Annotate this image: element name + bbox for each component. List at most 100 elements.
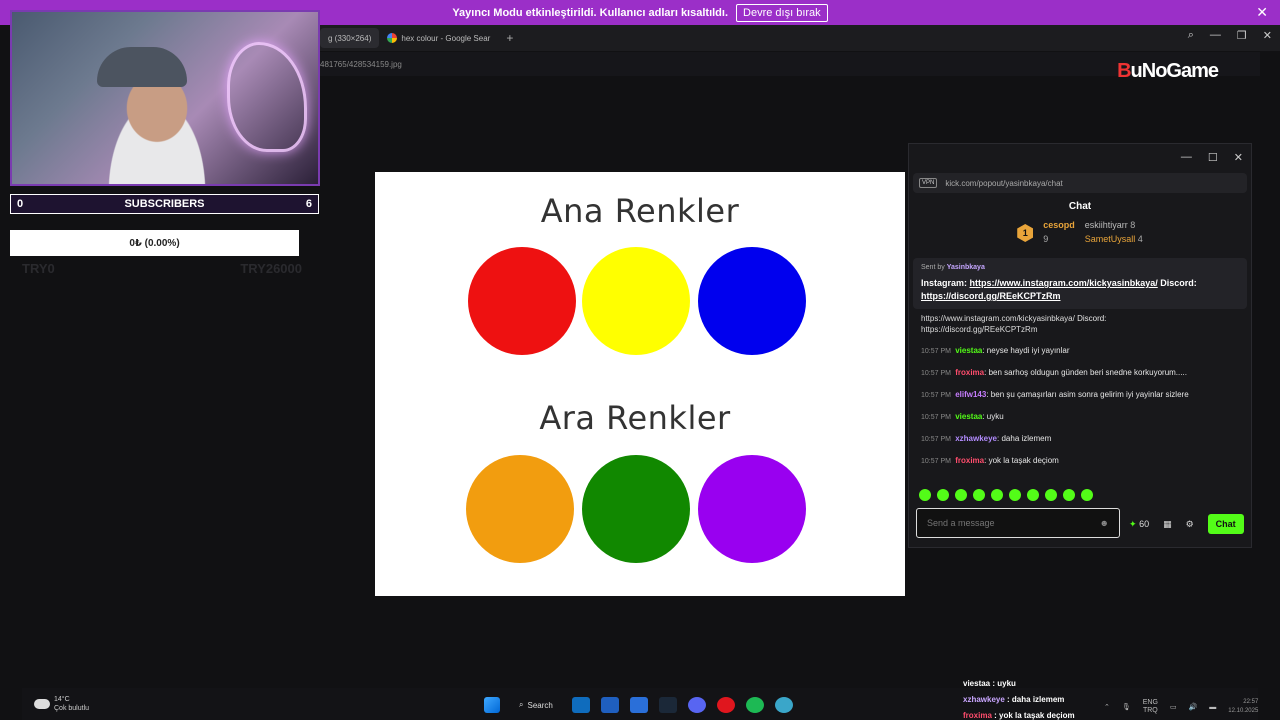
neon-sign xyxy=(227,42,307,152)
steam-icon[interactable] xyxy=(658,697,677,713)
new-tab-icon[interactable]: + xyxy=(506,31,513,45)
minimize-icon[interactable]: — xyxy=(1210,29,1221,42)
red-circle xyxy=(468,247,576,355)
donation-max: TRY26000 xyxy=(240,261,302,276)
language-indicator[interactable]: ENG TRQ xyxy=(1143,699,1158,715)
chat-close-icon[interactable]: ✕ xyxy=(1234,151,1243,164)
banner-close-icon[interactable]: ✕ xyxy=(1256,4,1268,21)
leader-2[interactable]: eskiihtiyarr 8 xyxy=(1085,220,1143,230)
emote-bar xyxy=(919,489,1093,501)
message-text: neyse haydi iyi yayınlar xyxy=(986,346,1070,355)
message-username[interactable]: viestaa xyxy=(955,346,982,355)
brand-logo-text: uNoGame xyxy=(1130,60,1219,82)
spotify-icon[interactable] xyxy=(745,697,764,713)
overlay-text: uyku xyxy=(997,679,1016,688)
tab-image[interactable]: g (330×264) xyxy=(320,28,380,48)
purple-circle xyxy=(698,455,806,563)
emoji-icon[interactable]: ☻ xyxy=(1100,518,1109,528)
message-time: 10:57 PM xyxy=(921,414,951,421)
clock[interactable]: 22:57 12.10.2025 xyxy=(1228,698,1258,716)
emote-icon[interactable] xyxy=(1027,489,1039,501)
primary-colors-title: Ana Renkler xyxy=(540,192,740,230)
restore-icon[interactable]: ❐ xyxy=(1237,29,1247,42)
pinned-middle: Discord: xyxy=(1157,278,1197,288)
settings-icon[interactable]: ⚙ xyxy=(1186,519,1194,530)
leader-1[interactable]: cesopd xyxy=(1043,220,1075,230)
message-username[interactable]: elifw143 xyxy=(955,390,986,399)
chat-window-controls: — ☐ ✕ xyxy=(909,144,1251,170)
volume-icon[interactable]: 🔊 xyxy=(1189,703,1198,711)
prev-instagram-link[interactable]: https://www.instagram.com/kickyasinbkaya… xyxy=(921,314,1075,323)
outlook-icon[interactable] xyxy=(571,697,590,713)
brand-logo: BuNoGame xyxy=(1117,60,1219,83)
message-text: uyku xyxy=(986,412,1004,421)
chat-message-input[interactable] xyxy=(927,518,1087,528)
tab-google[interactable]: hex colour - Google Sear xyxy=(379,28,498,48)
battery-icon[interactable]: ▬ xyxy=(1209,704,1216,711)
chat-message: 10:57 PM viestaa: uyku xyxy=(921,411,1239,423)
opera-icon[interactable] xyxy=(716,697,735,713)
emote-icon[interactable] xyxy=(1009,489,1021,501)
discord-icon[interactable] xyxy=(687,697,706,713)
windows-start-icon[interactable] xyxy=(484,697,500,713)
emote-icon[interactable] xyxy=(1063,489,1075,501)
chevron-up-icon[interactable]: ⌃ xyxy=(1104,703,1110,711)
chat-url-bar[interactable]: VPN kick.com/popout/yasinbkaya/chat xyxy=(913,173,1247,193)
green-circle xyxy=(582,455,690,563)
overlay-separator: : xyxy=(1004,695,1012,704)
message-time: 10:57 PM xyxy=(921,436,951,443)
instagram-link[interactable]: https://www.instagram.com/kickyasinbkaya… xyxy=(970,278,1158,288)
channel-points[interactable]: ✦ 60 xyxy=(1129,519,1149,530)
emote-icon[interactable] xyxy=(937,489,949,501)
prev-discord-link[interactable]: https://discord.gg/REeKCPTzRm xyxy=(921,325,1037,334)
send-chat-button[interactable]: Chat xyxy=(1207,514,1244,534)
message-username[interactable]: froxima xyxy=(955,368,984,377)
browser-window-controls: ⌕ — ❐ ✕ xyxy=(1188,29,1272,42)
search-icon[interactable]: ⌕ xyxy=(1188,29,1194,42)
clock-date: 12.10.2025 xyxy=(1228,708,1259,714)
blue-circle xyxy=(698,247,806,355)
store-icon[interactable] xyxy=(629,697,648,713)
vpn-app-icon[interactable] xyxy=(774,697,793,713)
chat-input-box[interactable]: ☻ xyxy=(916,508,1120,538)
chat-url-text: kick.com/popout/yasinbkaya/chat xyxy=(945,178,1063,188)
emote-icon[interactable] xyxy=(955,489,967,501)
close-icon[interactable]: ✕ xyxy=(1263,29,1272,42)
vpn-badge[interactable]: VPN xyxy=(919,178,938,188)
brand-logo-mark: B xyxy=(1117,60,1131,82)
taskbar-search-label: Search xyxy=(527,700,553,710)
microphone-icon[interactable]: 🎙 xyxy=(1122,703,1131,711)
emote-icon[interactable] xyxy=(991,489,1003,501)
emote-icon[interactable] xyxy=(1081,489,1093,501)
emote-icon[interactable] xyxy=(973,489,985,501)
leader-3-count: 4 xyxy=(1137,234,1143,244)
network-icon[interactable]: ▭ xyxy=(1170,703,1177,711)
weather-widget[interactable]: 14°C Çok bulutlu xyxy=(34,695,89,713)
message-username[interactable]: froxima xyxy=(955,456,984,465)
discord-link[interactable]: https://discord.gg/REeKCPTzRm xyxy=(921,291,1061,301)
subscribers-goal-bar: 0 SUBSCRIBERS 6 xyxy=(10,194,319,214)
overlay-text: daha izlemem xyxy=(1011,695,1065,704)
chat-message: 10:57 PM froxima: ben sarhoş oldugun gün… xyxy=(921,367,1239,379)
leader-3[interactable]: SametUysall 4 xyxy=(1085,234,1143,244)
emote-icon[interactable] xyxy=(1045,489,1057,501)
pinned-prefix: Instagram: xyxy=(921,278,970,288)
chat-maximize-icon[interactable]: ☐ xyxy=(1208,151,1218,164)
trello-icon[interactable] xyxy=(600,697,619,713)
disable-streamer-mode-button[interactable]: Devre dışı bırak xyxy=(736,3,828,22)
overlay-username: froxima xyxy=(963,711,992,720)
message-text: daha izlemem xyxy=(1001,434,1052,443)
message-username[interactable]: xzhawkeye xyxy=(955,434,997,443)
pinned-author[interactable]: Yasinbkaya xyxy=(947,264,985,271)
pinned-text: Instagram: https://www.instagram.com/kic… xyxy=(921,277,1239,303)
message-username[interactable]: viestaa xyxy=(955,412,982,421)
chat-minimize-icon[interactable]: — xyxy=(1181,151,1192,163)
emote-icon[interactable] xyxy=(919,489,931,501)
overlay-username: viestaa xyxy=(963,679,991,688)
calendar-icon[interactable]: ▦ xyxy=(1163,519,1172,530)
subs-left-value: 0 xyxy=(17,198,24,210)
message-text: ben şu çamaşırları asim sonra gelirim iy… xyxy=(990,390,1189,399)
tab-google-label: hex colour - Google Sear xyxy=(401,33,491,43)
taskbar-search[interactable]: ⌕ Search xyxy=(511,696,561,714)
message-time: 10:57 PM xyxy=(921,348,951,355)
